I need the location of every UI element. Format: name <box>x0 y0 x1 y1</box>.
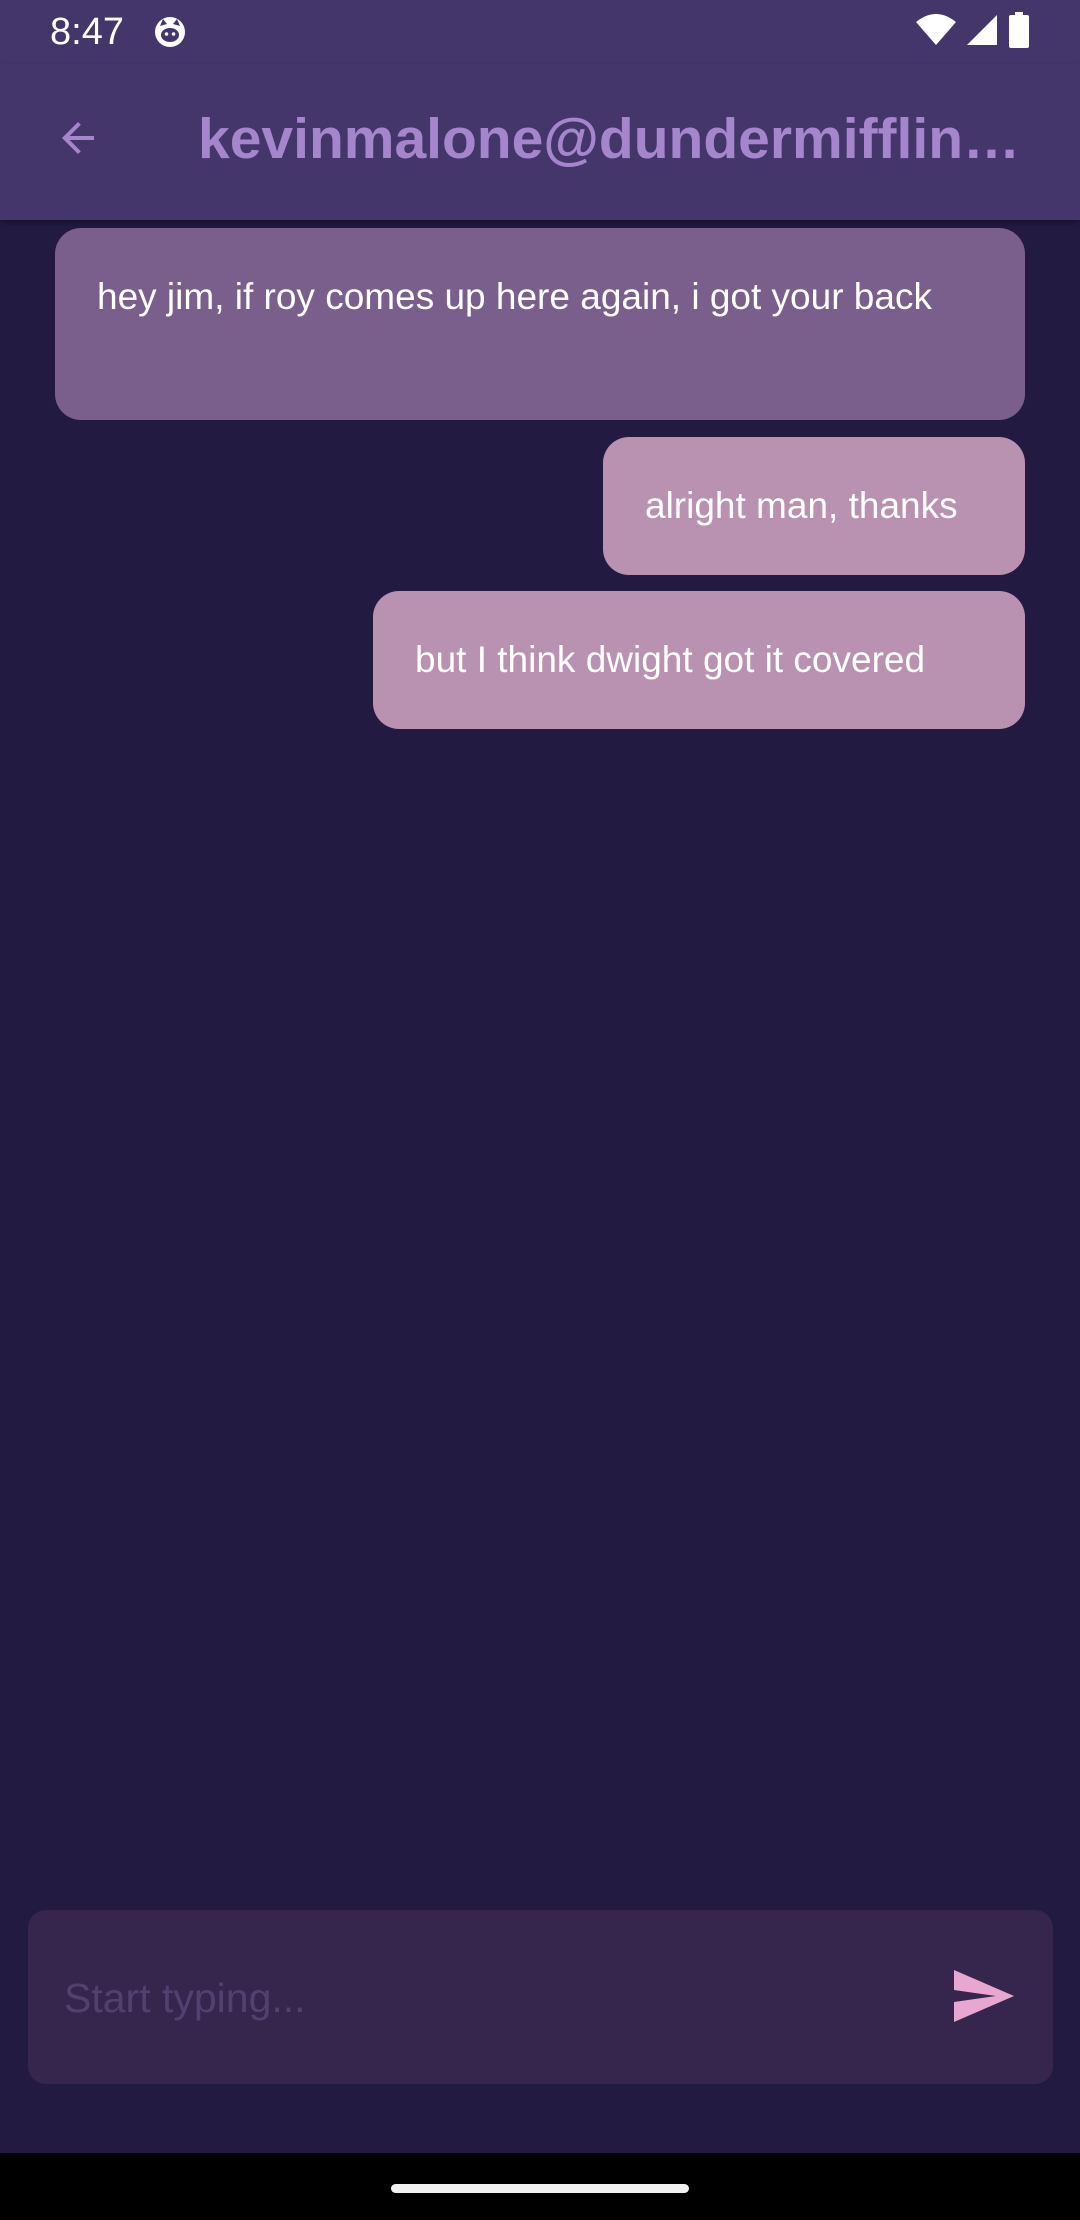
cell-signal-icon <box>966 14 998 51</box>
send-button[interactable] <box>948 1962 1020 2034</box>
cat-notification-icon <box>152 14 188 50</box>
back-button[interactable] <box>40 102 116 178</box>
status-time: 8:47 <box>50 11 124 53</box>
home-indicator[interactable] <box>391 2184 689 2193</box>
send-icon <box>952 1968 1016 2029</box>
message-bubble-outgoing: but I think dwight got it covered <box>373 591 1025 729</box>
message-bubble-incoming: hey jim, if roy comes up here again, i g… <box>55 228 1025 420</box>
app-bar: kevinmalone@dundermifflin.com <box>0 64 1080 220</box>
status-icons <box>916 11 1030 53</box>
message-bubble-outgoing: alright man, thanks <box>603 437 1025 575</box>
status-bar: 8:47 <box>0 0 1080 64</box>
arrow-back-icon <box>54 114 102 167</box>
message-input[interactable] <box>62 1965 926 2031</box>
battery-icon <box>1008 11 1030 53</box>
message-composer <box>28 1910 1053 2084</box>
wifi-icon <box>916 13 956 51</box>
page-title: kevinmalone@dundermifflin.com <box>198 107 1028 171</box>
system-nav-bar <box>0 2153 1080 2220</box>
